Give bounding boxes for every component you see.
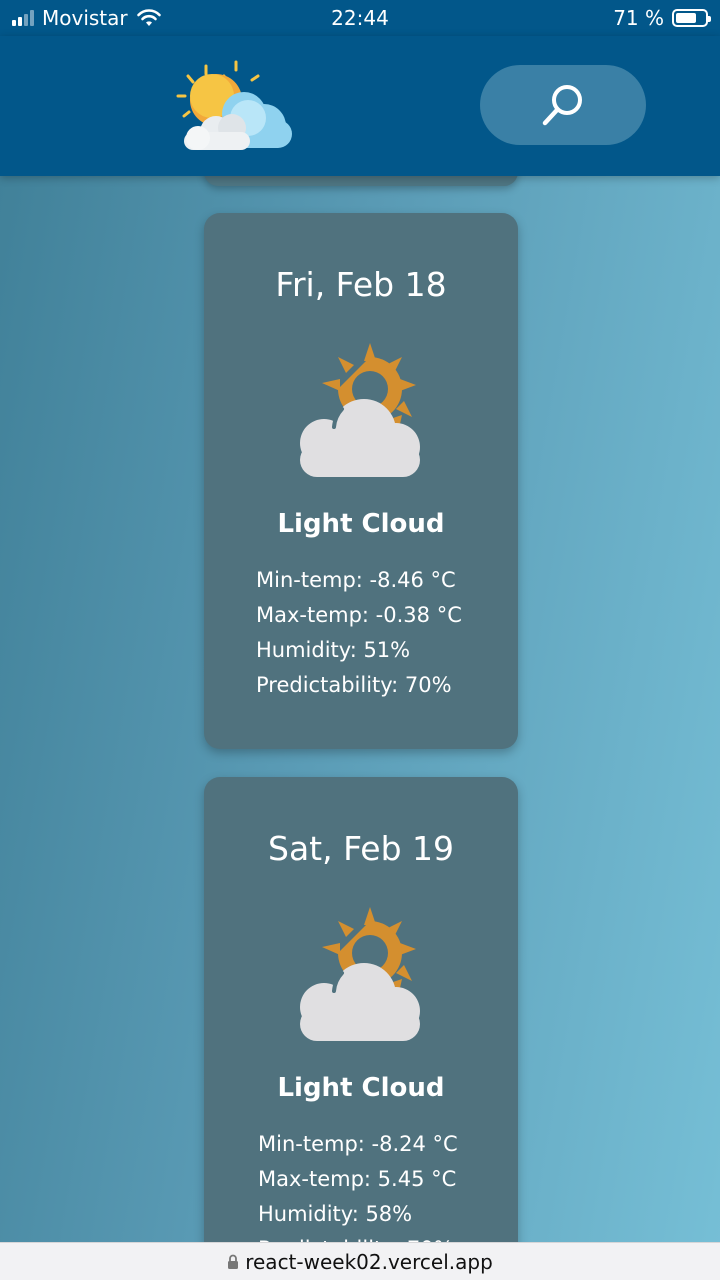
min-temp: Min-temp: -8.24 °C (258, 1132, 458, 1156)
forecast-details: Min-temp: -8.46 °C Max-temp: -0.38 °C Hu… (256, 563, 462, 703)
max-temp: Max-temp: 5.45 °C (258, 1167, 457, 1191)
max-temp: Max-temp: -0.38 °C (256, 603, 462, 627)
forecast-date: Fri, Feb 18 (275, 265, 447, 304)
battery-level (676, 13, 696, 23)
predictability: Predictability: 70% (256, 673, 452, 697)
battery-icon (672, 9, 711, 27)
partly-cloudy-logo-icon[interactable] (168, 58, 298, 158)
carrier-name: Movistar (42, 6, 128, 30)
url-text[interactable]: react-week02.vercel.app (245, 1250, 493, 1274)
wifi-icon (136, 9, 161, 26)
humidity: Humidity: 51% (256, 638, 411, 662)
forecast-state: Light Cloud (277, 509, 445, 539)
battery-percent: 71 % (613, 6, 664, 30)
predictability: Predictability: 70% (258, 1232, 458, 1242)
humidity: Humidity: 58% (258, 1202, 413, 1226)
forecast-list[interactable]: Fri, Feb 18 Light Cloud Min-temp: -8.46 … (0, 176, 720, 1242)
forecast-state: Light Cloud (277, 1073, 445, 1103)
status-left: Movistar (12, 6, 162, 30)
forecast-card: Fri, Feb 18 Light Cloud Min-temp: -8.46 … (204, 213, 518, 749)
search-icon (542, 85, 582, 126)
status-right: 71 % (613, 6, 711, 30)
search-button[interactable] (480, 65, 646, 145)
forecast-date: Sat, Feb 19 (268, 829, 454, 868)
signal-icon (12, 10, 34, 26)
status-bar: Movistar 22:44 71 % (0, 0, 720, 36)
app-header (0, 36, 720, 176)
lock-icon (228, 1254, 239, 1269)
light-cloud-icon (300, 907, 420, 1041)
forecast-details: Min-temp: -8.24 °C Max-temp: 5.45 °C Hum… (258, 1127, 458, 1242)
light-cloud-icon (300, 343, 420, 477)
browser-url-bar[interactable]: react-week02.vercel.app (0, 1242, 720, 1280)
forecast-card-partial (204, 176, 518, 186)
forecast-card: Sat, Feb 19 Light Cloud Min-temp: -8.24 … (204, 777, 518, 1242)
min-temp: Min-temp: -8.46 °C (256, 568, 456, 592)
